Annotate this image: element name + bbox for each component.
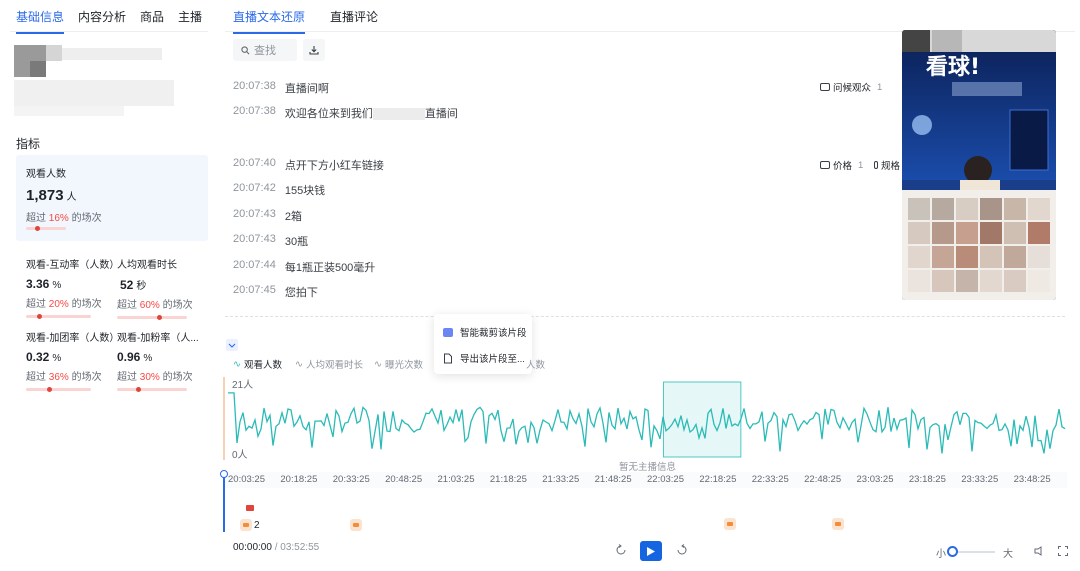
metric-rank: 超过 16% 的场次: [26, 213, 102, 224]
cart-event-icon[interactable]: [244, 502, 256, 514]
x-tick-label: 22:18:25: [699, 474, 737, 485]
transcript-row[interactable]: 20:07:40 点开下方小红车链接: [233, 157, 384, 173]
legend-exposure[interactable]: ∿ 曝光次数: [374, 357, 423, 372]
download-button[interactable]: [303, 39, 325, 61]
zoom-large-label: 大: [1003, 549, 1013, 560]
time-display: 00:00:00 / 03:52:55: [233, 542, 320, 553]
x-tick-label: 22:48:25: [804, 474, 842, 485]
fullscreen-button[interactable]: [1058, 545, 1068, 559]
gift-event-icon[interactable]: [724, 518, 736, 530]
playhead-handle[interactable]: [220, 470, 228, 478]
metric-progress: [26, 226, 66, 231]
tag-icon: [820, 83, 830, 91]
export-icon: [444, 353, 452, 363]
x-tick-label: 21:33:25: [542, 474, 580, 485]
crop-icon: [443, 327, 453, 337]
x-tick-label: 20:33:25: [332, 474, 370, 485]
wave-icon: ∿: [233, 358, 241, 370]
metric-value: 1,873 人: [26, 187, 77, 204]
x-tick-label: 21:03:25: [437, 474, 475, 485]
blurred-info: [14, 106, 124, 116]
x-tick-label: 20:03:25: [228, 474, 265, 485]
fullscreen-icon: [1058, 546, 1068, 556]
x-tick-label: 22:33:25: [751, 474, 789, 485]
transcript-row[interactable]: 20:07:44 每1瓶正装500毫升: [233, 259, 375, 275]
tag-icon: [874, 161, 878, 169]
chart-annotation: 暂无主播信息: [619, 462, 677, 473]
divider: [225, 316, 1065, 317]
forward-icon: [677, 544, 687, 555]
tag-icon: [820, 161, 830, 169]
metric-progress: [26, 314, 91, 319]
video-preview[interactable]: 看球!: [902, 30, 1056, 300]
avatar: [14, 45, 46, 77]
divider: [10, 31, 208, 32]
download-icon: [309, 46, 319, 55]
x-tick-label: 21:18:25: [489, 474, 527, 485]
volume-icon: [1034, 546, 1042, 556]
metric-card-viewers[interactable]: 观看人数 1,873 人 超过 16% 的场次: [16, 155, 208, 241]
gift-event-icon[interactable]: [240, 519, 252, 531]
x-tick-label: 23:48:25: [1013, 474, 1051, 485]
tag-greeting[interactable]: 问候观众 1: [820, 80, 882, 94]
x-tick-label: 23:03:25: [856, 474, 894, 485]
legend-people[interactable]: 人数: [526, 357, 545, 371]
chevron-down-icon: [228, 343, 236, 348]
search-placeholder: 查找: [254, 45, 276, 57]
forward-10-button[interactable]: [676, 544, 688, 559]
legend-viewers[interactable]: ∿ 观看人数: [233, 357, 282, 372]
video-frame: 看球!: [902, 30, 1056, 300]
x-tick-label: 20:48:25: [385, 474, 423, 485]
series-line-viewers: [228, 392, 1066, 454]
gift-event-icon[interactable]: [350, 519, 362, 531]
blurred-info: [14, 80, 174, 106]
rewind-10-button[interactable]: [615, 544, 627, 559]
play-button[interactable]: [640, 541, 662, 561]
x-tick-label: 21:48:25: [594, 474, 632, 485]
video-title: 看球!: [926, 55, 980, 80]
search-icon: [241, 45, 250, 54]
metric-interaction-rate[interactable]: 观看-互动率（人数） 3.36% 超过 20% 的场次: [26, 256, 119, 319]
metric-avg-watch-time[interactable]: 人均观看时长 52 秒 超过 60% 的场次: [117, 256, 207, 320]
transcript-row[interactable]: 20:07:38 直播间啊: [233, 80, 329, 96]
transcript-row[interactable]: 20:07:42 155块钱: [233, 182, 325, 198]
play-icon: [647, 546, 655, 556]
x-tick-label: 23:33:25: [961, 474, 999, 485]
legend-avg-watch-time[interactable]: ∿ 人均观看时长: [295, 357, 363, 372]
metrics-title: 指标: [16, 137, 41, 151]
x-tick-label: 20:18:25: [280, 474, 318, 485]
metric-label: 观看人数: [26, 169, 66, 180]
blurred-name: [46, 45, 62, 61]
search-input[interactable]: 查找: [233, 39, 297, 61]
transcript-row[interactable]: 20:07:38 欢迎各位来到我们 直播间: [233, 105, 458, 121]
zoom-small-label: 小: [936, 549, 946, 560]
transcript-row[interactable]: 20:07:43 30瓶: [233, 233, 308, 249]
tag-price[interactable]: 价格 1: [820, 158, 863, 172]
wave-icon: ∿: [374, 358, 382, 370]
x-tick-label: 22:03:25: [647, 474, 684, 485]
smart-crop-menu-item[interactable]: 智能裁剪该片段: [443, 325, 527, 339]
volume-button[interactable]: [1034, 545, 1045, 559]
redacted-text: [372, 108, 425, 121]
transcript-row[interactable]: 20:07:45 您拍下: [233, 284, 318, 300]
blurred-name: [62, 48, 162, 60]
wave-icon: ∿: [295, 358, 303, 370]
collapse-button[interactable]: [226, 339, 238, 351]
rewind-icon: [616, 544, 626, 555]
metric-progress: [117, 315, 187, 320]
event-count: 2: [254, 520, 260, 531]
tag-spec[interactable]: 规格: [874, 158, 900, 172]
x-tick-label: 23:18:25: [908, 474, 946, 485]
gift-event-icon[interactable]: [832, 518, 844, 530]
zoom-slider-handle[interactable]: [947, 546, 958, 557]
playhead[interactable]: [223, 472, 225, 532]
context-menu: 智能裁剪该片段 导出该片段至...: [434, 314, 532, 374]
export-clip-menu-item[interactable]: 导出该片段至...: [443, 351, 525, 365]
transcript-row[interactable]: 20:07:43 2箱: [233, 208, 302, 224]
